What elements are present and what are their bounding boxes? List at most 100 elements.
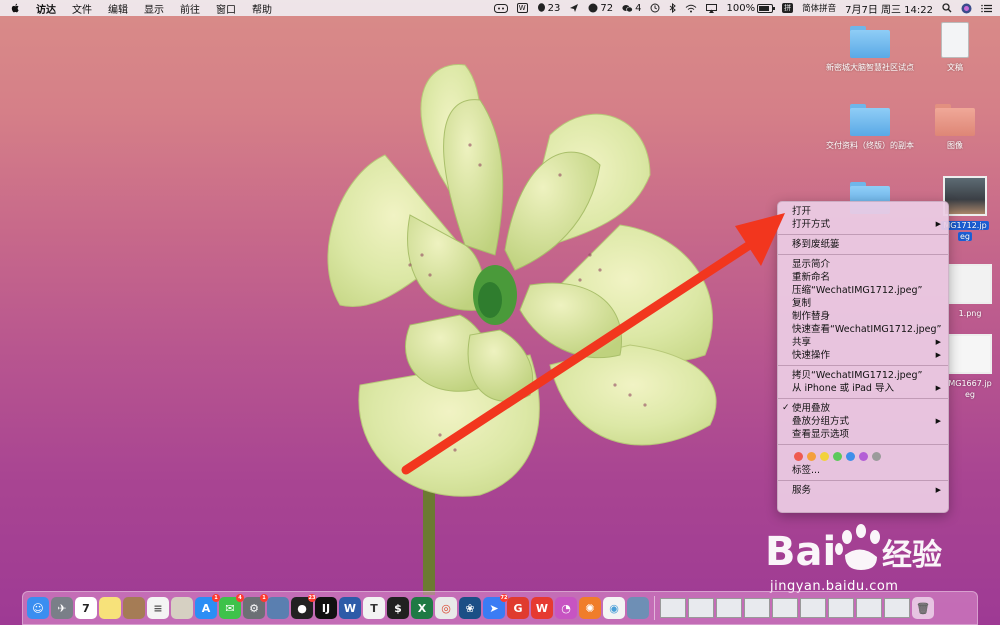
tag-color-dot[interactable]: [820, 451, 829, 461]
weibo-status-icon[interactable]: W: [516, 3, 528, 13]
desktop-documents[interactable]: 文稿: [910, 22, 1000, 73]
tag-color-dot[interactable]: [859, 451, 868, 461]
clock[interactable]: 7月7日 周三 14:22: [845, 1, 933, 16]
wifi-icon[interactable]: [685, 4, 697, 13]
dock-minimized-window[interactable]: [688, 598, 714, 618]
weibo-count-status-icon[interactable]: 72: [588, 3, 613, 14]
dock-minimized-window[interactable]: [660, 598, 686, 618]
context-menu-item[interactable]: 打开方式 ▶: [778, 218, 948, 231]
dock-app-glyph: ◔: [561, 601, 571, 615]
finder-app-icon[interactable]: ☺: [27, 597, 49, 619]
apple-menu-icon[interactable]: [10, 3, 20, 13]
desktop-image-wechat1667[interactable]: MG1667.jp eg: [940, 334, 1000, 400]
orange-app-icon[interactable]: ✺: [579, 597, 601, 619]
feishu-status-icon[interactable]: [569, 3, 579, 13]
sourcetree-app-icon[interactable]: ❀: [459, 597, 481, 619]
tag-color-dot[interactable]: [846, 451, 855, 461]
notification-center-icon[interactable]: [981, 4, 992, 13]
preview-app-icon[interactable]: [171, 597, 193, 619]
context-menu-item[interactable]: ✓ 使用叠放: [778, 402, 948, 415]
feishu-app-icon[interactable]: ➤ 72: [483, 594, 508, 619]
reminders-app-icon[interactable]: ≡: [147, 597, 169, 619]
menu-app-finder[interactable]: 访达: [36, 1, 56, 16]
wechat-status-icon[interactable]: 4: [622, 3, 641, 14]
input-method-icon[interactable]: 拼: [782, 3, 794, 13]
dock-app-glyph: ≡: [153, 601, 163, 615]
submenu-arrow-icon: ▶: [935, 220, 941, 228]
context-menu-item[interactable]: 压缩“WechatIMG1712.jpeg”: [778, 284, 948, 297]
tag-color-dot[interactable]: [794, 451, 803, 461]
context-menu-item[interactable]: 从 iPhone 或 iPad 导入 ▶: [778, 382, 948, 395]
battery-status[interactable]: 100%: [726, 3, 776, 14]
photo-app-icon[interactable]: [267, 597, 289, 619]
intellij-app-icon[interactable]: IJ: [315, 597, 337, 619]
menu-go[interactable]: 前往: [180, 1, 200, 16]
context-menu-item[interactable]: 服务 ▶: [778, 484, 948, 497]
typora-app-icon[interactable]: T: [363, 597, 385, 619]
desktop-folder-images[interactable]: 图像: [910, 104, 1000, 151]
weibo-count: 72: [600, 2, 614, 14]
dock-minimized-window[interactable]: [772, 598, 798, 618]
dock-minimized-window[interactable]: [744, 598, 770, 618]
context-menu-item[interactable]: 制作替身: [778, 310, 948, 323]
spotlight-search-icon[interactable]: [942, 3, 952, 13]
colorful-app-icon[interactable]: ◔: [555, 597, 577, 619]
dock-minimized-window[interactable]: [884, 598, 910, 618]
context-menu-item[interactable]: 查看显示选项: [778, 428, 948, 441]
bilibili-app-icon[interactable]: ◉: [603, 597, 625, 619]
context-menu-item[interactable]: 快速查看“WechatIMG1712.jpeg”: [778, 323, 948, 336]
tag-color-dot[interactable]: [833, 451, 842, 461]
dock-minimized-window[interactable]: [800, 598, 826, 618]
settings-app-icon[interactable]: ⚙ 1: [243, 594, 268, 619]
context-menu-item[interactable]: 标签...: [778, 464, 948, 477]
context-menu-item[interactable]: 复制: [778, 297, 948, 310]
launchpad-app-icon[interactable]: ✈: [51, 597, 73, 619]
input-method-label[interactable]: 简体拼音: [802, 2, 836, 14]
desktop-image-1png[interactable]: 1.png: [940, 264, 1000, 319]
menu-window[interactable]: 窗口: [216, 1, 236, 16]
dock-minimized-window[interactable]: [716, 598, 742, 618]
menu-help[interactable]: 帮助: [252, 1, 272, 16]
appstore-app-icon[interactable]: A1: [195, 594, 220, 619]
dock-app-glyph: W: [343, 601, 357, 615]
tag-color-dot[interactable]: [872, 451, 881, 461]
context-menu-item[interactable]: 拷贝“WechatIMG1712.jpeg”: [778, 369, 948, 382]
context-menu-item[interactable]: 叠放分组方式 ▶: [778, 415, 948, 428]
baidu-jingyan-logo: Bai 经验: [765, 524, 942, 575]
face-status-icon[interactable]: [493, 3, 508, 13]
contacts-app-icon[interactable]: [123, 597, 145, 619]
context-menu-item[interactable]: 显示简介: [778, 258, 948, 271]
terminal-app-icon[interactable]: $: [387, 597, 409, 619]
tag-color-dot[interactable]: [807, 451, 816, 461]
wechat-app-icon[interactable]: ✉ 4: [219, 594, 244, 619]
notes-app-icon[interactable]: [99, 597, 121, 619]
calendar-app-icon[interactable]: 7: [75, 597, 97, 619]
image-thumbnail-icon: [943, 176, 987, 216]
qq-app-icon[interactable]: ● 23: [291, 594, 316, 619]
context-menu-item[interactable]: 打开: [778, 205, 948, 218]
menu-edit[interactable]: 编辑: [108, 1, 128, 16]
airplay-icon[interactable]: [706, 3, 718, 13]
trash-icon[interactable]: 🗑: [912, 597, 934, 619]
context-menu-item[interactable]: 移到废纸篓: [778, 238, 948, 251]
menu-separator: [778, 480, 948, 481]
menu-view[interactable]: 显示: [144, 1, 164, 16]
word-app-icon[interactable]: W: [339, 597, 361, 619]
menu-file[interactable]: 文件: [72, 1, 92, 16]
dock-minimized-window[interactable]: [828, 598, 854, 618]
dock-minimized-window[interactable]: [856, 598, 882, 618]
context-menu-item[interactable]: 共享 ▶: [778, 336, 948, 349]
desktop-folder-xinmi[interactable]: 新密城大脑智慧社区试点: [825, 26, 915, 73]
siri-icon[interactable]: [961, 3, 972, 14]
screenshot-app-icon[interactable]: [627, 597, 649, 619]
context-menu-item[interactable]: 重新命名: [778, 271, 948, 284]
time-machine-icon[interactable]: [650, 3, 660, 13]
context-menu-item[interactable]: 快速操作 ▶: [778, 349, 948, 362]
desktop-folder-jiaofu[interactable]: 交付资料（终版）的副本: [825, 104, 915, 151]
qq-status-icon[interactable]: 23: [537, 3, 560, 14]
chrome-app-icon[interactable]: ◎: [435, 597, 457, 619]
excel-app-icon[interactable]: X: [411, 597, 433, 619]
wps-app-icon[interactable]: W: [531, 597, 553, 619]
app-red-icon[interactable]: G: [507, 597, 529, 619]
bluetooth-icon[interactable]: [669, 3, 677, 13]
